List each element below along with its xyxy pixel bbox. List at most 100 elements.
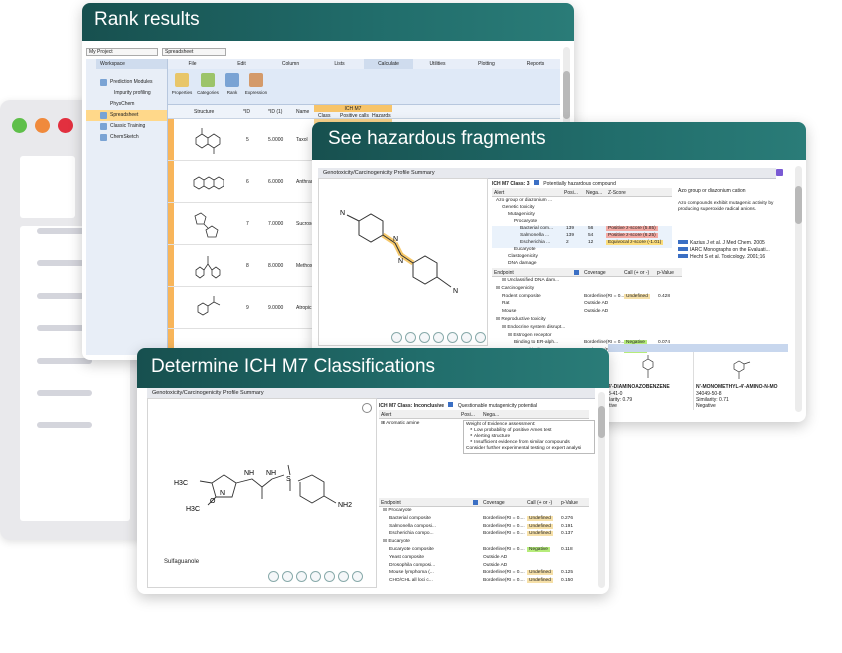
copy-icon[interactable] bbox=[391, 332, 402, 343]
reference-item[interactable]: Kazius J et al. J Med Chem. 2005 bbox=[678, 240, 784, 247]
similar-compound-card[interactable]: N'-MONOMETHYL-4'-AMINO-N-MO 34049-50-8 S… bbox=[696, 352, 782, 410]
svg-text:N: N bbox=[393, 236, 398, 243]
haz-scrollbar[interactable] bbox=[795, 166, 802, 412]
filter-icon[interactable] bbox=[574, 270, 579, 275]
col-name[interactable]: Name bbox=[296, 109, 309, 115]
endpoint-row[interactable]: Bacterial composite Borderline(RI = 0....… bbox=[379, 515, 589, 524]
endpoint-row[interactable]: ⊟ Endocrine system disrupt... bbox=[492, 325, 682, 333]
menu-plotting[interactable]: Plotting bbox=[462, 59, 511, 69]
endpoint-name: Rodent composite bbox=[502, 293, 541, 299]
nav-item-prediction-modules[interactable]: Prediction Modules bbox=[86, 77, 167, 88]
endpoint-name: ⊟ Estrogen receptor bbox=[508, 332, 552, 338]
inchi-icon[interactable] bbox=[461, 332, 472, 343]
reference-item[interactable]: Hecht S et al. Toxicology. 2001;16 bbox=[678, 254, 784, 261]
alert-row[interactable]: ⊞ Aromatic amine bbox=[381, 421, 419, 429]
edit-icon[interactable] bbox=[296, 571, 307, 582]
col-endpoint[interactable]: Endpoint bbox=[494, 270, 514, 276]
nav-item-impurity-profiling[interactable]: Impurity profiling bbox=[86, 88, 167, 99]
nav-item-physchem[interactable]: PhysChem bbox=[86, 99, 167, 110]
woe-recommendation: Consider further experimental testing or… bbox=[466, 446, 582, 451]
nav-item-chemsketch[interactable]: ChemSketch bbox=[86, 132, 167, 143]
alert-name: Aromatic amine bbox=[386, 421, 420, 426]
project-dropdown[interactable]: My Project bbox=[86, 48, 158, 56]
menu-file[interactable]: File bbox=[168, 59, 217, 69]
menu-lists[interactable]: Lists bbox=[315, 59, 364, 69]
reference-item[interactable]: IARC Monographs on the Evaluati... bbox=[678, 247, 784, 254]
col-alert[interactable]: Alert bbox=[381, 412, 391, 418]
pen-icon[interactable] bbox=[475, 332, 486, 343]
alert-name: Azo group or diazonium ... bbox=[496, 198, 552, 203]
endpoint-row[interactable]: ⊟ Unclassified DNA dam... bbox=[492, 278, 682, 286]
menu-reports[interactable]: Reports bbox=[511, 59, 560, 69]
pen-icon[interactable] bbox=[352, 571, 363, 582]
scroll-thumb[interactable] bbox=[563, 71, 570, 119]
endpoint-row[interactable]: ⊟ Reproductive toxicity bbox=[492, 317, 682, 325]
zoom-icon[interactable] bbox=[447, 332, 458, 343]
ich-scrollbar[interactable] bbox=[598, 392, 605, 588]
properties-button[interactable]: Properties bbox=[170, 73, 194, 95]
refresh-icon[interactable] bbox=[310, 571, 321, 582]
edit-icon[interactable] bbox=[419, 332, 430, 343]
col-positive[interactable]: Posi... bbox=[564, 190, 578, 196]
col-call[interactable]: Call (+ or -) bbox=[624, 270, 649, 276]
view-dropdown[interactable]: Spreadsheet bbox=[162, 48, 226, 56]
scroll-thumb[interactable] bbox=[795, 186, 802, 224]
col-alert[interactable]: Alert bbox=[494, 190, 504, 196]
options-icon[interactable] bbox=[362, 403, 372, 413]
cell-id: 9 bbox=[246, 305, 249, 311]
col-coverage[interactable]: Coverage bbox=[483, 500, 505, 506]
endpoint-row[interactable]: Escherichia compo... Borderline(RI = 0...… bbox=[379, 531, 589, 539]
col-id[interactable]: *ID bbox=[243, 109, 250, 115]
menu-calculate[interactable]: Calculate bbox=[364, 59, 413, 69]
zscore-badge: Positive z-score (5.85) bbox=[606, 226, 658, 231]
structure-thumbnail bbox=[197, 296, 221, 316]
endpoint-row[interactable]: ⊟ Eucaryote bbox=[379, 539, 589, 547]
col-pvalue[interactable]: p-Value bbox=[657, 270, 674, 276]
info-icon[interactable] bbox=[448, 402, 454, 407]
col-structure[interactable]: Structure bbox=[194, 109, 214, 115]
endpoint-row[interactable]: ⊟ Procaryote bbox=[379, 508, 589, 516]
col-positive[interactable]: Posi... bbox=[461, 412, 475, 418]
search-icon[interactable] bbox=[405, 332, 416, 343]
menu-column[interactable]: Column bbox=[266, 59, 315, 69]
endpoint-row[interactable]: CHO/CHL all loci c... Borderline(RI = 0..… bbox=[379, 578, 589, 586]
col-negative[interactable]: Nega... bbox=[586, 190, 602, 196]
col-negative[interactable]: Nega... bbox=[483, 412, 499, 418]
col-zscore[interactable]: Z-Score bbox=[608, 190, 626, 196]
endpoint-row[interactable]: ⊟ Carcinogenicity bbox=[492, 286, 682, 294]
copy-icon[interactable] bbox=[268, 571, 279, 582]
zoom-icon[interactable] bbox=[324, 571, 335, 582]
col-pvalue[interactable]: p-Value bbox=[561, 500, 578, 506]
info-icon[interactable] bbox=[533, 180, 539, 185]
endpoint-row[interactable]: Yeast composite Outside AD bbox=[379, 555, 589, 563]
nav-item-classic-training[interactable]: Classic Training bbox=[86, 121, 167, 132]
col-endpoint[interactable]: Endpoint bbox=[381, 500, 401, 506]
coverage-value: Borderline(RI = 0.... bbox=[584, 293, 626, 299]
svg-text:S: S bbox=[286, 476, 291, 483]
similar-compound-card[interactable]: 4'-DIAMINOAZOBENZENE 8-41-0 ilarity: 0.7… bbox=[608, 352, 694, 410]
menu-edit[interactable]: Edit bbox=[217, 59, 266, 69]
nav-item-spreadsheet[interactable]: Spreadsheet bbox=[86, 110, 167, 121]
filter-icon[interactable] bbox=[473, 500, 478, 505]
endpoint-name: CHO/CHL all loci c... bbox=[389, 578, 433, 584]
categories-button[interactable]: Categories bbox=[196, 73, 220, 95]
endpoint-name: Binding to ER-alph... bbox=[514, 340, 558, 346]
svg-text:N: N bbox=[398, 258, 403, 265]
menu-utilities[interactable]: Utilities bbox=[413, 59, 462, 69]
col-call[interactable]: Call (+ or -) bbox=[527, 500, 552, 506]
structure-thumbnail bbox=[193, 176, 224, 190]
endpoint-row[interactable]: Eucaryote composite Borderline(RI = 0....… bbox=[379, 547, 589, 555]
call-badge: Undefined bbox=[527, 515, 553, 521]
panel-close-icon[interactable] bbox=[776, 169, 783, 176]
col-id1[interactable]: *ID (1) bbox=[268, 109, 282, 115]
refresh-icon[interactable] bbox=[433, 332, 444, 343]
col-coverage[interactable]: Coverage bbox=[584, 270, 606, 276]
reference-text: Hecht S et al. Toxicology. 2001;16 bbox=[690, 254, 766, 260]
endpoint-row[interactable]: Mouse Outside AD bbox=[492, 309, 682, 317]
scroll-thumb[interactable] bbox=[598, 406, 605, 438]
inchi-icon[interactable] bbox=[338, 571, 349, 582]
similar-call: Negative bbox=[696, 403, 716, 409]
rank-button[interactable]: Rank bbox=[220, 73, 244, 95]
search-icon[interactable] bbox=[282, 571, 293, 582]
expression-button[interactable]: Expression bbox=[244, 73, 268, 95]
